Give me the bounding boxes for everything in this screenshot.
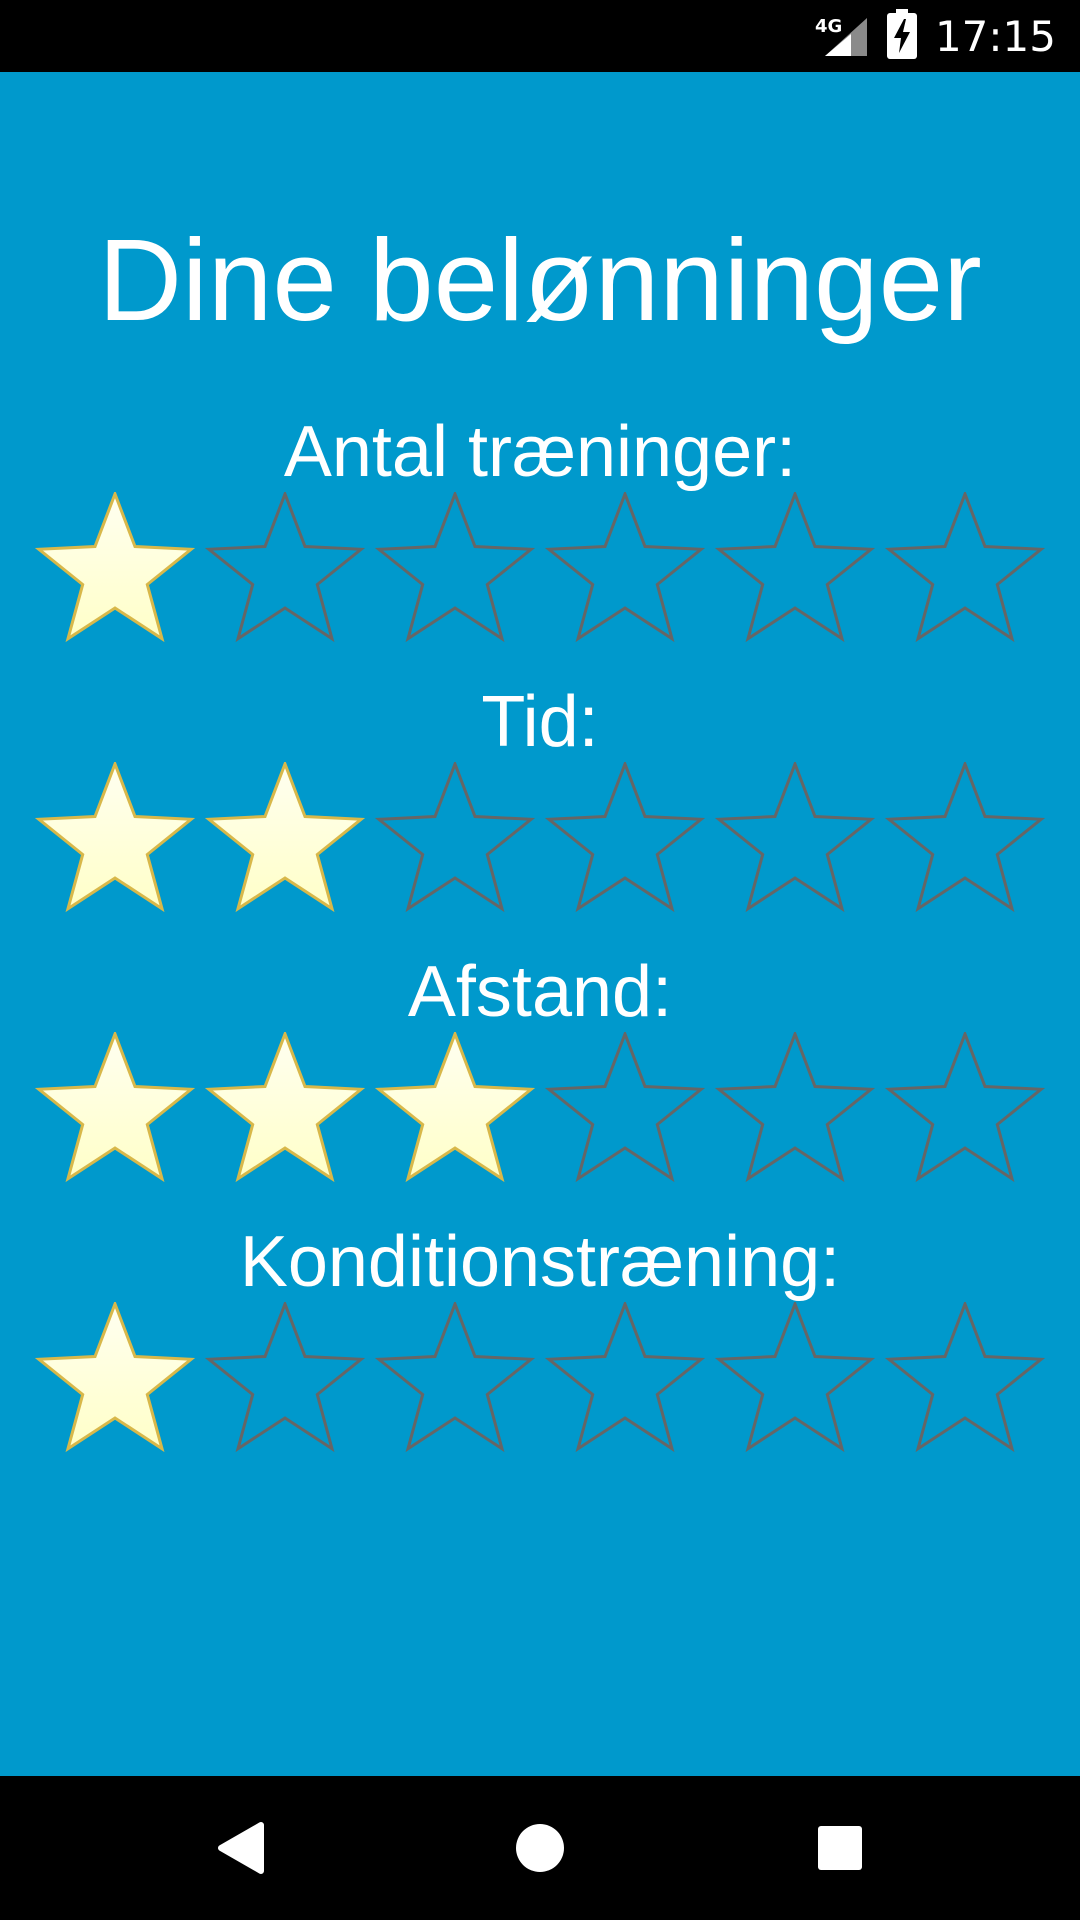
- reward-section-workouts: Antal træninger:: [0, 412, 1080, 648]
- star-filled-icon: [374, 1032, 536, 1183]
- star-filled-icon: [204, 1032, 366, 1183]
- reward-label: Afstand:: [407, 952, 673, 1032]
- star-empty-icon: [714, 492, 876, 643]
- status-icons: 4G 17:15: [813, 0, 1056, 72]
- home-icon[interactable]: [490, 1798, 590, 1898]
- network-type-label: 4G: [814, 16, 843, 37]
- reward-section-distance: Afstand:: [0, 952, 1080, 1188]
- star-empty-icon: [204, 1302, 366, 1453]
- reward-section-cardio: Konditionstræning:: [0, 1222, 1080, 1458]
- recents-icon[interactable]: [790, 1798, 890, 1898]
- battery-charging-icon: [886, 8, 917, 64]
- reward-label: Tid:: [481, 682, 599, 762]
- back-icon[interactable]: [190, 1798, 290, 1898]
- star-filled-icon: [34, 762, 196, 913]
- star-empty-icon: [544, 492, 706, 643]
- star-empty-icon: [544, 1302, 706, 1453]
- star-empty-icon: [884, 1032, 1046, 1183]
- page-title: Dine belønninger: [98, 215, 982, 345]
- star-empty-icon: [544, 1032, 706, 1183]
- rewards-screen: Dine belønninger Antal træninger: Tid: A…: [0, 72, 1080, 1776]
- reward-section-time: Tid:: [0, 682, 1080, 918]
- star-filled-icon: [204, 762, 366, 913]
- status-time: 17:15: [934, 11, 1056, 61]
- star-empty-icon: [884, 762, 1046, 913]
- star-empty-icon: [374, 1302, 536, 1453]
- star-filled-icon: [34, 1032, 196, 1183]
- star-rating: [0, 762, 1080, 918]
- navigation-bar: [0, 1776, 1080, 1920]
- reward-label: Antal træninger:: [283, 412, 797, 492]
- star-empty-icon: [884, 492, 1046, 643]
- star-empty-icon: [714, 1032, 876, 1183]
- reward-label: Konditionstræning:: [239, 1222, 841, 1302]
- star-rating: [0, 492, 1080, 648]
- star-empty-icon: [204, 492, 366, 643]
- star-empty-icon: [884, 1302, 1046, 1453]
- star-filled-icon: [34, 1302, 196, 1453]
- signal-icon: 4G: [813, 14, 869, 58]
- star-empty-icon: [714, 1302, 876, 1453]
- star-empty-icon: [374, 762, 536, 913]
- star-empty-icon: [374, 492, 536, 643]
- star-filled-icon: [34, 492, 196, 643]
- star-empty-icon: [714, 762, 876, 913]
- star-rating: [0, 1302, 1080, 1458]
- status-bar: 4G 17:15: [0, 0, 1080, 72]
- star-empty-icon: [544, 762, 706, 913]
- star-rating: [0, 1032, 1080, 1188]
